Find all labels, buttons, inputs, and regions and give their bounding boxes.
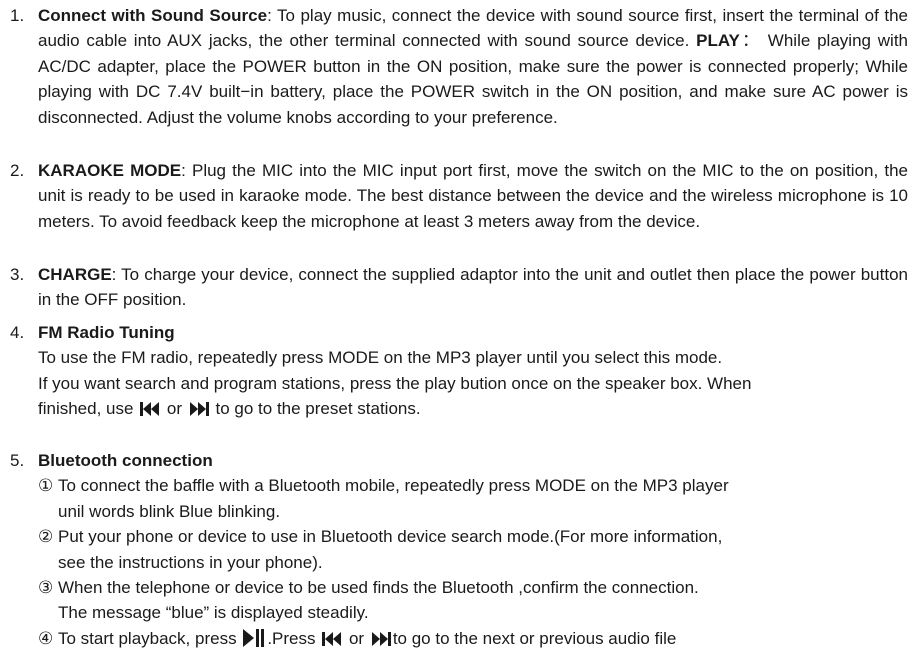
bluetooth-step-3: ③ When the telephone or device to be used… xyxy=(38,575,908,626)
previous-track-icon xyxy=(322,631,342,647)
fm-line-3-end: to go to the preset stations. xyxy=(215,399,421,419)
item-title: FM Radio Tuning xyxy=(38,323,175,342)
item-body: Connect with Sound Source: To play music… xyxy=(38,3,908,130)
fm-line-3-start: finished, use xyxy=(38,399,134,419)
fm-line-1: To use the FM radio, repeatedly press MO… xyxy=(38,348,723,368)
item-number: 3. xyxy=(10,265,25,284)
step-marker: ④ xyxy=(38,628,54,648)
item-title: KARAOKE MODE xyxy=(38,161,182,180)
fm-line-2: If you want search and program stations,… xyxy=(38,373,752,393)
step-text-end: to go to the next or previous audio file xyxy=(392,628,677,648)
item-body: FM Radio Tuning To use the FM radio, rep… xyxy=(38,320,908,422)
step-text-continued: see the instructions in your phone). xyxy=(58,552,323,572)
step-marker: ② xyxy=(38,527,54,547)
fm-line-3-or: or xyxy=(166,399,183,419)
instruction-item-1: 1. Connect with Sound Source: To play mu… xyxy=(10,3,908,130)
instruction-item-5: 5. Bluetooth connection ① To connect the … xyxy=(10,448,908,651)
step-marker: ③ xyxy=(38,578,54,598)
item-title: CHARGE xyxy=(38,265,112,284)
previous-track-icon xyxy=(140,401,160,417)
item-number: 1. xyxy=(10,6,25,25)
step-marker: ① xyxy=(38,476,54,496)
bluetooth-step-1: ① To connect the baffle with a Bluetooth … xyxy=(38,473,908,524)
instruction-item-4: 4. FM Radio Tuning To use the FM radio, … xyxy=(10,320,908,422)
play-pause-icon xyxy=(243,628,265,647)
step-text-press: .Press xyxy=(267,628,316,648)
instruction-item-3: 3. CHARGE: To charge your device, connec… xyxy=(10,262,908,313)
step-text: To connect the baffle with a Bluetooth m… xyxy=(58,476,729,496)
item-number: 4. xyxy=(10,323,25,342)
item-text: : To charge your device, connect the sup… xyxy=(38,265,908,310)
item-title: Connect with Sound Source xyxy=(38,6,268,25)
item-body: KARAOKE MODE: Plug the MIC into the MIC … xyxy=(38,158,908,234)
item-body: CHARGE: To charge your device, connect t… xyxy=(38,262,908,313)
next-track-icon xyxy=(371,631,391,647)
step-text-or: or xyxy=(348,628,365,648)
manual-page: 1. Connect with Sound Source: To play mu… xyxy=(0,0,916,649)
step-text: Put your phone or device to use in Bluet… xyxy=(58,527,723,547)
instruction-item-2: 2. KARAOKE MODE: Plug the MIC into the M… xyxy=(10,158,908,234)
item-number: 2. xyxy=(10,161,25,180)
step-text: To start playback, press xyxy=(58,628,237,648)
step-text: When the telephone or device to be used … xyxy=(58,578,699,598)
bluetooth-step-4: ④ To start playback, press .Press or to g… xyxy=(38,626,908,651)
item-body: Bluetooth connection ① To connect the baf… xyxy=(38,448,908,651)
bluetooth-step-2: ② Put your phone or device to use in Blue… xyxy=(38,524,908,575)
item-title: Bluetooth connection xyxy=(38,451,213,470)
item-number: 5. xyxy=(10,451,25,470)
next-track-icon xyxy=(189,401,209,417)
fm-line-3: finished, use or to go to the preset sta… xyxy=(38,396,908,421)
play-title: PLAY xyxy=(696,31,740,51)
step-text-continued: unil words blink Blue blinking. xyxy=(58,501,281,521)
step-text-continued: The message “blue” is displayed steadily… xyxy=(58,603,369,623)
